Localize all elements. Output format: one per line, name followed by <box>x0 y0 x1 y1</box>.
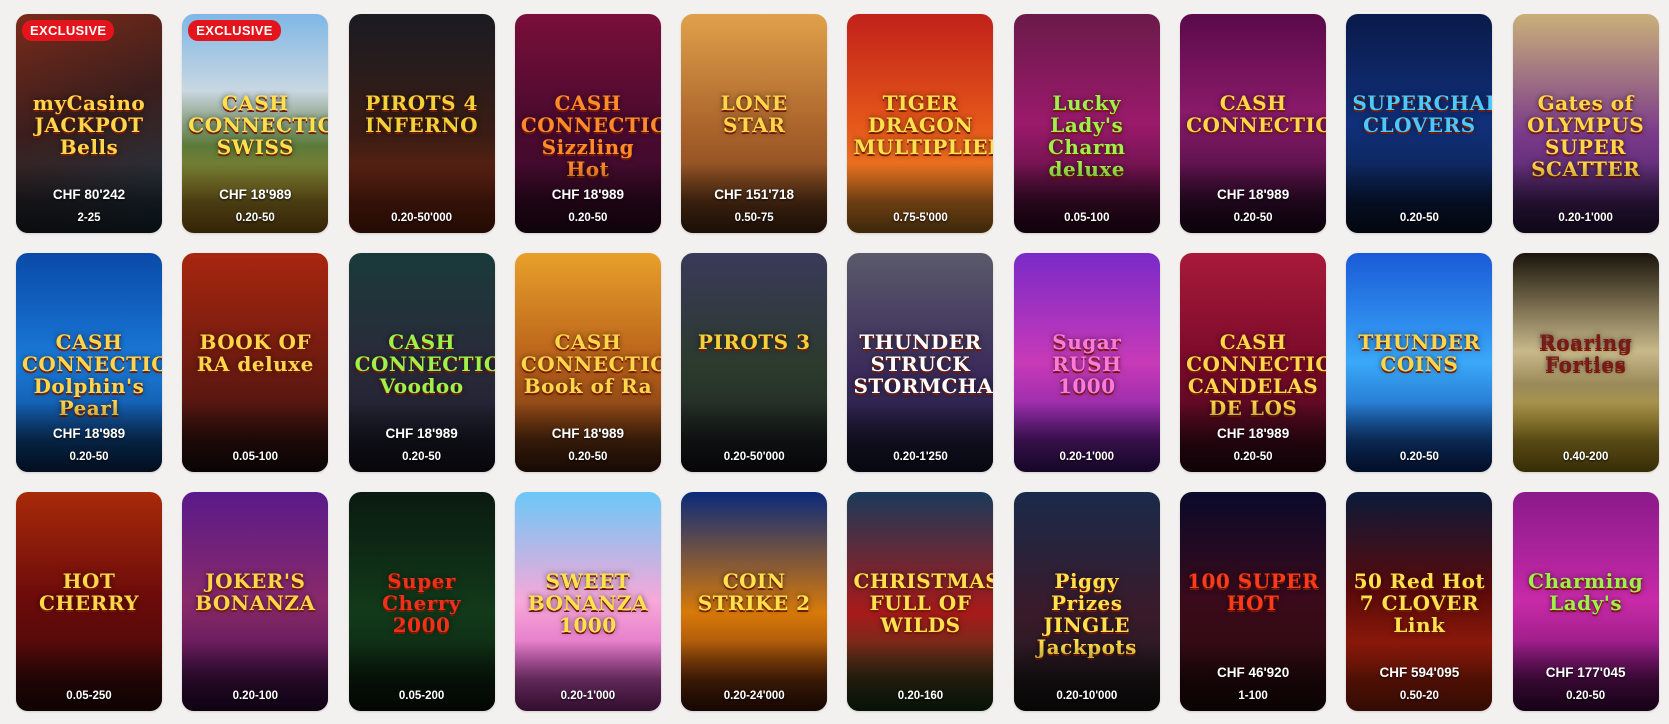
bet-limits: 0.05-100 <box>1064 212 1110 224</box>
game-title: Roaring Forties <box>1539 330 1633 376</box>
game-tile[interactable]: Lucky Lady's Charm deluxe0.05-100 <box>1013 14 1160 233</box>
game-tile[interactable]: CASH CONNECTION Dolphin's PearlCHF 18'98… <box>16 253 162 472</box>
game-grid: myCasino JACKPOT Bells EXCLUSIVE CHF 80'24… <box>16 14 1659 711</box>
game-tile[interactable]: CASH CONNECTION Book of Ra CHF 18'989 0.20… <box>514 253 661 472</box>
game-title: THUNDER STRUCK STORMCHASER <box>853 330 994 398</box>
game-tile[interactable]: Piggy Prizes JINGLE Jackpots0.20-10'000 <box>1013 492 1160 711</box>
bet-limits: 0.20-50'000 <box>723 451 785 463</box>
game-tile[interactable]: CASH CONNECTION CANDELAS DE LOSCHF 18'98… <box>1180 253 1327 472</box>
bet-limits: 0.50-20 <box>1399 690 1439 702</box>
bet-limits: 0.20-10'000 <box>1056 690 1118 702</box>
game-tile[interactable]: Super Cherry 2000 0.05-200 <box>348 492 495 711</box>
game-tile[interactable]: PIROTS 3 0.20-50'000 <box>681 253 828 472</box>
bet-limits: 0.50-75 <box>734 212 774 224</box>
jackpot-amount: CHF 18'989 <box>1216 426 1290 441</box>
game-title: CASH CONNECTION Book of Ra <box>520 330 661 398</box>
bet-limits: 0.20-50'000 <box>391 212 453 224</box>
bet-limits: 0.20-1'000 <box>1059 451 1115 463</box>
game-tile[interactable]: Charming Lady's CHF 177'045 0.20-50 <box>1512 492 1659 711</box>
bet-limits: 0.75-5'000 <box>893 212 948 224</box>
game-tile[interactable]: HOT CHERRY 0.05-250 <box>16 492 162 711</box>
bet-limits: 0.20-50 <box>568 451 608 463</box>
bet-limits: 0.20-50 <box>568 212 608 224</box>
jackpot-amount: CHF 18'989 <box>219 187 292 202</box>
game-title: LONE STAR <box>720 91 788 137</box>
game-title: CASH CONNECTION Voodoo <box>354 330 495 398</box>
bet-limits: 0.20-100 <box>232 690 278 702</box>
game-tile[interactable]: SWEET BONANZA 1000 0.20-1'000 <box>514 492 661 711</box>
game-title: CASH CONNECTION SWISS <box>188 91 328 159</box>
game-tile[interactable]: TIGER DRAGON MULTIPLIER 0.75-5'000 <box>847 14 994 233</box>
jackpot-amount: CHF 18'989 <box>1216 187 1290 202</box>
bet-limits: 0.20-50 <box>1233 451 1273 463</box>
bet-limits: 0.20-50 <box>235 212 275 224</box>
bet-limits: 0.20-1'250 <box>893 451 948 463</box>
bet-limits: 0.20-1'000 <box>1558 212 1613 224</box>
jackpot-amount: CHF 18'989 <box>385 426 458 441</box>
game-tile[interactable]: Roaring Forties 0.40-200 <box>1512 253 1659 472</box>
game-title: Super Cherry 2000 <box>382 569 462 637</box>
jackpot-amount: CHF 18'989 <box>52 426 126 441</box>
game-tile[interactable]: CASH CONNECTION CHF 18'989 0.20-50 <box>1180 14 1327 233</box>
bet-limits: 0.20-24'000 <box>723 690 785 702</box>
bet-limits: 0.05-250 <box>66 690 112 702</box>
bet-limits: 0.20-50 <box>1233 212 1273 224</box>
game-title: SUPERCHARGED CLOVERS <box>1352 91 1492 137</box>
game-tile[interactable]: Sugar RUSH 1000 0.20-1'000 <box>1013 253 1160 472</box>
jackpot-amount: CHF 18'989 <box>551 426 625 441</box>
game-title: Charming Lady's <box>1528 569 1644 615</box>
game-title: HOT CHERRY <box>39 569 139 615</box>
bet-limits: 0.40-200 <box>1562 451 1609 463</box>
game-tile[interactable]: CASH CONNECTION Voodoo CHF 18'989 0.20-50 <box>348 253 495 472</box>
game-tile[interactable]: CASH CONNECTION Sizzling HotCHF 18'9890.… <box>514 14 661 233</box>
jackpot-amount: CHF 46'920 <box>1216 665 1290 680</box>
bet-limits: 0.05-100 <box>232 451 278 463</box>
exclusive-badge: EXCLUSIVE <box>22 20 115 41</box>
bet-limits: 2-25 <box>77 212 101 224</box>
game-tile[interactable]: BOOK OF RA deluxe 0.05-100 <box>182 253 329 472</box>
game-title: JOKER'S BONANZA <box>195 569 316 615</box>
game-tile[interactable]: THUNDER COINS 0.20-50 <box>1346 253 1493 472</box>
game-title: PIROTS 3 <box>697 330 811 354</box>
game-title: BOOK OF RA deluxe <box>196 330 314 376</box>
game-title: Sugar RUSH 1000 <box>1052 330 1122 398</box>
game-title: TIGER DRAGON MULTIPLIER <box>853 91 994 159</box>
jackpot-amount: CHF 18'989 <box>551 187 625 202</box>
game-tile[interactable]: myCasino JACKPOT Bells EXCLUSIVE CHF 80'24… <box>16 14 162 233</box>
jackpot-amount: CHF 151'718 <box>714 187 795 202</box>
game-tile[interactable]: Gates of OLYMPUS SUPER SCATTER0.20-1'000 <box>1512 14 1659 233</box>
game-tile[interactable]: 50 Red Hot 7 CLOVER Link CHF 594'095 0.50-… <box>1346 492 1493 711</box>
bet-limits: 0.20-50 <box>69 451 109 463</box>
bet-limits: 1-100 <box>1238 690 1268 702</box>
game-title: SWEET BONANZA 1000 <box>527 569 649 637</box>
game-tile[interactable]: JOKER'S BONANZA 0.20-100 <box>182 492 329 711</box>
game-title: PIROTS 4 INFERNO <box>365 91 479 137</box>
exclusive-badge: EXCLUSIVE <box>188 20 281 41</box>
game-title: CHRISTMAS FULL OF WILDS <box>853 569 994 637</box>
game-title: myCasino JACKPOT Bells <box>32 91 146 159</box>
game-title: THUNDER COINS <box>1358 330 1481 376</box>
game-title: 50 Red Hot 7 CLOVER Link <box>1353 569 1486 637</box>
game-title: 100 SUPER HOT <box>1187 569 1320 615</box>
jackpot-amount: CHF 594'095 <box>1379 665 1460 680</box>
game-tile[interactable]: CASH CONNECTION SWISS EXCLUSIVE CHF 18'989… <box>182 14 329 233</box>
bet-limits: 0.20-50 <box>1399 212 1439 224</box>
game-tile[interactable]: LONE STAR CHF 151'718 0.50-75 <box>681 14 828 233</box>
game-title: COIN STRIKE 2 <box>697 569 811 615</box>
game-tile[interactable]: SUPERCHARGED CLOVERS 0.20-50 <box>1346 14 1493 233</box>
jackpot-amount: CHF 80'242 <box>52 187 126 202</box>
bet-limits: 0.20-1'000 <box>560 690 616 702</box>
game-title: CASH CONNECTION <box>1186 91 1326 137</box>
bet-limits: 0.05-200 <box>398 690 445 702</box>
bet-limits: 0.20-160 <box>897 690 944 702</box>
game-tile[interactable]: THUNDER STRUCK STORMCHASER 0.20-1'250 <box>847 253 994 472</box>
game-tile[interactable]: COIN STRIKE 2 0.20-24'000 <box>681 492 828 711</box>
game-tile[interactable]: PIROTS 4 INFERNO 0.20-50'000 <box>348 14 495 233</box>
game-tile[interactable]: 100 SUPER HOT CHF 46'920 1-100 <box>1180 492 1327 711</box>
bet-limits: 0.20-50 <box>402 451 442 463</box>
jackpot-amount: CHF 177'045 <box>1545 665 1626 680</box>
game-tile[interactable]: CHRISTMAS FULL OF WILDS 0.20-160 <box>847 492 994 711</box>
bet-limits: 0.20-50 <box>1399 451 1439 463</box>
bet-limits: 0.20-50 <box>1566 690 1606 702</box>
